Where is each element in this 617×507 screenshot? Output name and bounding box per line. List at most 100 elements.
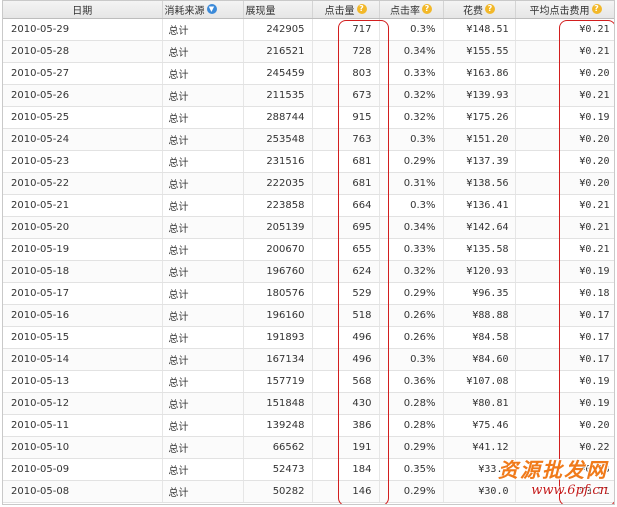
date-cell: 2010-05-15 <box>3 326 163 349</box>
table-row: 2010-05-09 总计 52473 184 0.35% ¥33.7 ¥0.18 <box>3 458 614 481</box>
table-row: 2010-05-26 总计 211535 673 0.32% ¥139.93 ¥0.21 <box>3 84 614 107</box>
avg-cpc-cell: ¥0.21 <box>515 84 614 107</box>
impressions-cell: 231516 <box>243 150 313 173</box>
cost-cell: ¥136.41 <box>443 194 516 217</box>
ctr-cell: 0.34% <box>379 216 444 239</box>
source-cell: 总计 <box>162 238 244 261</box>
clicks-cell: 146 <box>312 480 380 503</box>
source-cell: 总计 <box>162 282 244 305</box>
table-row: 2010-05-15 总计 191893 496 0.26% ¥84.58 ¥0.17 <box>3 326 614 349</box>
impressions-cell: 288744 <box>243 106 313 129</box>
source-cell: 总计 <box>162 326 244 349</box>
avg-cpc-cell: ¥0.18 <box>515 458 614 481</box>
source-cell: 总计 <box>162 40 244 63</box>
impressions-cell: 196760 <box>243 260 313 283</box>
ctr-cell: 0.32% <box>379 106 444 129</box>
header-clicks[interactable]: 点击量? <box>312 1 380 19</box>
impressions-cell: 205139 <box>243 216 313 239</box>
question-mark-icon[interactable]: ? <box>485 4 495 15</box>
cost-cell: ¥120.93 <box>443 260 516 283</box>
date-cell: 2010-05-10 <box>3 436 163 459</box>
clicks-cell: 673 <box>312 84 380 107</box>
impressions-cell: 200670 <box>243 238 313 261</box>
daily-report-table: 日期 消耗来源 ▼ 展现量 点击量? 点击率? 花费? 平均点击费用? 2010… <box>3 1 614 503</box>
sort-arrow-icon[interactable]: ▼ <box>206 4 217 15</box>
clicks-cell: 655 <box>312 238 380 261</box>
table-row: 2010-05-12 总计 151848 430 0.28% ¥80.81 ¥0.19 <box>3 392 614 415</box>
ctr-cell: 0.32% <box>379 260 444 283</box>
cost-cell: ¥155.55 <box>443 40 516 63</box>
table-row: 2010-05-21 总计 223858 664 0.3% ¥136.41 ¥0.21 <box>3 194 614 217</box>
source-cell: 总计 <box>162 480 244 503</box>
source-cell: 总计 <box>162 194 244 217</box>
avg-cpc-cell: ¥0.21 <box>515 40 614 63</box>
impressions-cell: 242905 <box>243 18 313 41</box>
date-cell: 2010-05-26 <box>3 84 163 107</box>
ctr-cell: 0.29% <box>379 436 444 459</box>
clicks-cell: 496 <box>312 348 380 371</box>
source-cell: 总计 <box>162 458 244 481</box>
table-row: 2010-05-23 总计 231516 681 0.29% ¥137.39 ¥0.20 <box>3 150 614 173</box>
impressions-cell: 167134 <box>243 348 313 371</box>
source-cell: 总计 <box>162 106 244 129</box>
avg-cpc-cell: ¥0.20 <box>515 414 614 437</box>
impressions-cell: 222035 <box>243 172 313 195</box>
cost-cell: ¥84.60 <box>443 348 516 371</box>
avg-cpc-cell: ¥0.21 <box>515 194 614 217</box>
date-cell: 2010-05-18 <box>3 260 163 283</box>
avg-cpc-cell: ¥0.17 <box>515 348 614 371</box>
avg-cpc-cell: ¥0.22 <box>515 436 614 459</box>
header-source[interactable]: 消耗来源 ▼ <box>162 1 244 19</box>
impressions-cell: 50282 <box>243 480 313 503</box>
cost-cell: ¥33.7 <box>443 458 516 481</box>
source-cell: 总计 <box>162 304 244 327</box>
date-cell: 2010-05-19 <box>3 238 163 261</box>
table-row: 2010-05-08 总计 50282 146 0.29% ¥30.0 ¥0.21 <box>3 480 614 503</box>
ctr-cell: 0.33% <box>379 238 444 261</box>
source-cell: 总计 <box>162 392 244 415</box>
ctr-cell: 0.28% <box>379 414 444 437</box>
table-row: 2010-05-28 总计 216521 728 0.34% ¥155.55 ¥0.21 <box>3 40 614 63</box>
source-cell: 总计 <box>162 150 244 173</box>
ctr-cell: 0.26% <box>379 326 444 349</box>
cost-cell: ¥163.86 <box>443 62 516 85</box>
header-avg-cpc[interactable]: 平均点击费用? <box>515 1 614 19</box>
cost-cell: ¥148.51 <box>443 18 516 41</box>
source-cell: 总计 <box>162 370 244 393</box>
clicks-cell: 184 <box>312 458 380 481</box>
cost-cell: ¥80.81 <box>443 392 516 415</box>
question-mark-icon[interactable]: ? <box>422 4 432 15</box>
avg-cpc-cell: ¥0.19 <box>515 392 614 415</box>
question-mark-icon[interactable]: ? <box>591 4 602 15</box>
header-cost[interactable]: 花费? <box>443 1 516 19</box>
impressions-cell: 191893 <box>243 326 313 349</box>
header-date[interactable]: 日期 <box>3 1 163 19</box>
ctr-cell: 0.29% <box>379 282 444 305</box>
clicks-cell: 803 <box>312 62 380 85</box>
source-cell: 总计 <box>162 128 244 151</box>
cost-cell: ¥139.93 <box>443 84 516 107</box>
impressions-cell: 223858 <box>243 194 313 217</box>
ctr-cell: 0.32% <box>379 84 444 107</box>
clicks-cell: 915 <box>312 106 380 129</box>
cost-cell: ¥96.35 <box>443 282 516 305</box>
ctr-cell: 0.34% <box>379 40 444 63</box>
table-row: 2010-05-13 总计 157719 568 0.36% ¥107.08 ¥0.19 <box>3 370 614 393</box>
date-cell: 2010-05-09 <box>3 458 163 481</box>
avg-cpc-cell: ¥0.19 <box>515 260 614 283</box>
clicks-cell: 664 <box>312 194 380 217</box>
report-table-frame: 日期 消耗来源 ▼ 展现量 点击量? 点击率? 花费? 平均点击费用? 2010… <box>2 0 615 505</box>
avg-cpc-cell: ¥0.17 <box>515 326 614 349</box>
source-cell: 总计 <box>162 414 244 437</box>
impressions-cell: 216521 <box>243 40 313 63</box>
question-mark-icon[interactable]: ? <box>356 4 367 15</box>
ctr-cell: 0.28% <box>379 392 444 415</box>
table-row: 2010-05-16 总计 196160 518 0.26% ¥88.88 ¥0.17 <box>3 304 614 327</box>
date-cell: 2010-05-23 <box>3 150 163 173</box>
header-ctr[interactable]: 点击率? <box>379 1 444 19</box>
impressions-cell: 245459 <box>243 62 313 85</box>
impressions-cell: 151848 <box>243 392 313 415</box>
date-cell: 2010-05-27 <box>3 62 163 85</box>
date-cell: 2010-05-16 <box>3 304 163 327</box>
header-impressions[interactable]: 展现量 <box>243 1 313 19</box>
